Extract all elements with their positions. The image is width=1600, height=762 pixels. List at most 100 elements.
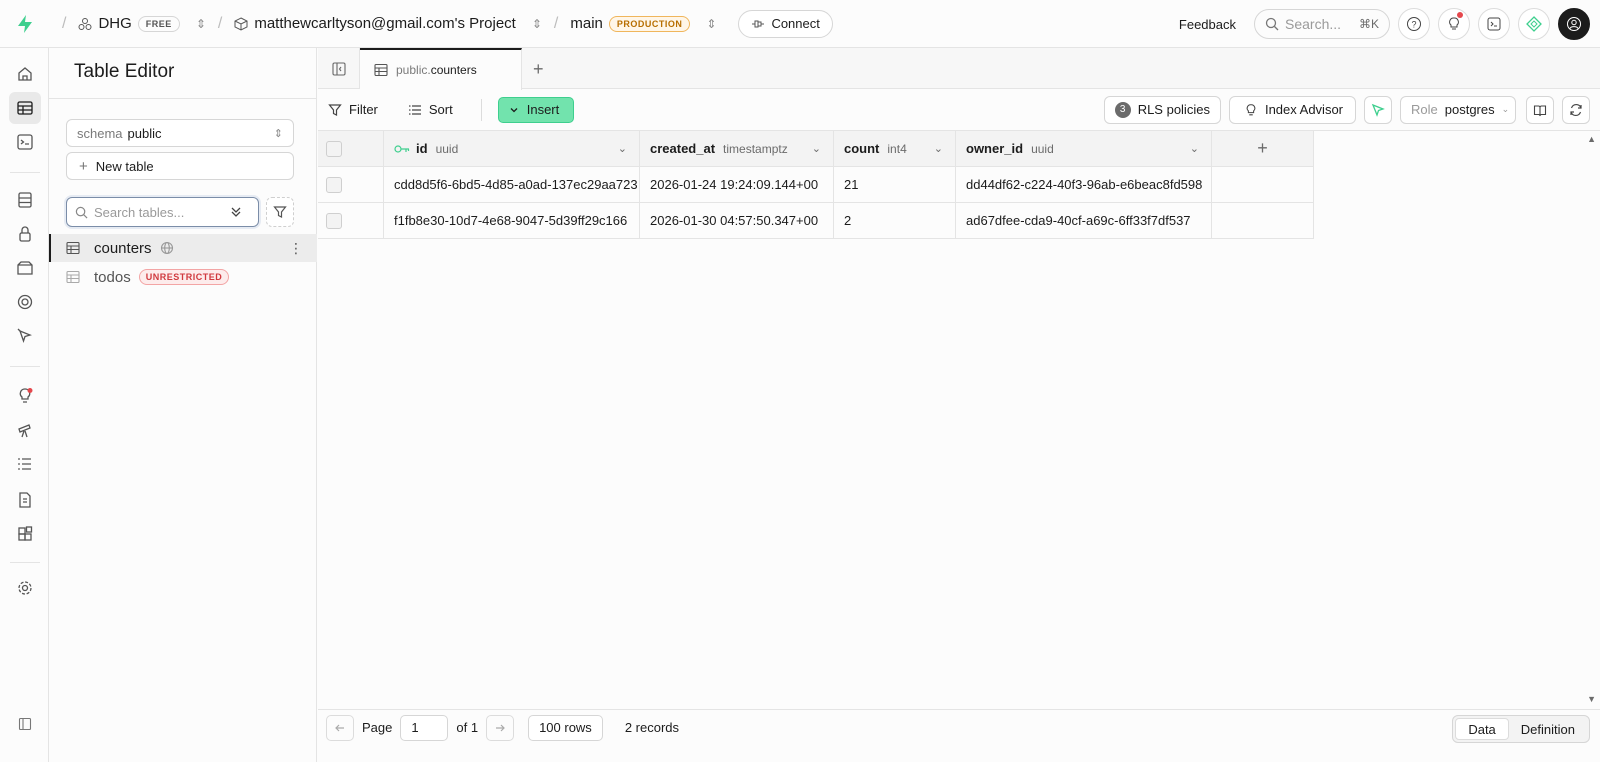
insert-button[interactable]: Insert xyxy=(497,96,575,123)
cell-id[interactable]: cdd8d5f6-6bd5-4d85-a0ad-137ec29aa723 xyxy=(384,167,640,203)
cell-id[interactable]: f1fb8e30-10d7-4e68-9047-5d39ff29c166 xyxy=(384,203,640,239)
cell-owner-id[interactable]: ad67dfee-cda9-40cf-a69c-6ff33f7df537 xyxy=(956,203,1212,239)
search-icon xyxy=(75,206,88,218)
row-checkbox[interactable] xyxy=(326,176,342,193)
toggle-sidebar-button[interactable] xyxy=(318,48,360,89)
index-advisor-button[interactable]: Index Advisor xyxy=(1228,95,1356,124)
globe-icon xyxy=(160,241,173,255)
home-icon[interactable] xyxy=(9,58,41,90)
user-avatar[interactable] xyxy=(1558,8,1590,40)
sql-terminal-button[interactable] xyxy=(1478,8,1510,40)
column-type: timestamptz xyxy=(723,141,788,156)
settings-gear-icon[interactable] xyxy=(9,572,41,604)
cell-created-at[interactable]: 2026-01-24 19:24:09.144+00 xyxy=(640,167,834,203)
cell-count[interactable]: 21 xyxy=(834,167,956,203)
tab-schema: public. xyxy=(396,63,431,77)
breadcrumb-separator: / xyxy=(217,14,223,32)
filter-button[interactable]: Filter xyxy=(328,102,378,117)
table-row[interactable]: cdd8d5f6-6bd5-4d85-a0ad-137ec29aa723 202… xyxy=(318,167,1314,203)
new-table-button[interactable]: + New table xyxy=(66,152,294,180)
tab-public-counters[interactable]: public.counters xyxy=(360,48,522,90)
table-name: todos xyxy=(94,268,131,286)
branch-name: main xyxy=(570,15,603,32)
previous-page-button[interactable] xyxy=(326,714,354,741)
box-icon xyxy=(234,16,248,31)
select-all-checkbox[interactable] xyxy=(326,140,342,157)
row-select-cell[interactable] xyxy=(318,203,384,239)
grid-toolbar: Filter Sort Insert 3 RLS policies Index … xyxy=(318,89,1600,131)
authentication-icon[interactable] xyxy=(9,218,41,250)
chevron-down-icon[interactable]: ⌄ xyxy=(1190,142,1199,155)
search-tables-input[interactable] xyxy=(94,204,224,220)
logs-icon[interactable] xyxy=(9,448,41,480)
schema-label: schema xyxy=(77,125,123,141)
branch-selector[interactable]: main PRODUCTION ⇕ xyxy=(570,15,716,32)
role-label: Role xyxy=(1411,102,1438,117)
refresh-button[interactable] xyxy=(1562,95,1590,124)
cell-created-at[interactable]: 2026-01-30 04:57:50.347+00 xyxy=(640,203,834,239)
sidebar-title: Table Editor xyxy=(74,61,175,82)
definition-view-button[interactable]: Definition xyxy=(1509,718,1587,740)
search-tables-field[interactable] xyxy=(66,197,259,227)
sort-button[interactable]: Sort xyxy=(408,102,453,117)
filter-tables-button[interactable] xyxy=(266,197,294,227)
more-options-icon[interactable]: ⋮ xyxy=(289,240,303,257)
connect-button[interactable]: Connect xyxy=(738,9,833,38)
chevron-down-icon[interactable]: ⌄ xyxy=(618,142,627,155)
help-button[interactable]: ? xyxy=(1398,8,1430,40)
page-count-label: of 1 xyxy=(456,720,479,735)
cell-count[interactable]: 2 xyxy=(834,203,956,239)
column-header-owner-id[interactable]: owner_id uuid ⌄ xyxy=(956,131,1212,167)
data-view-button[interactable]: Data xyxy=(1455,718,1509,740)
add-column-plus-icon[interactable]: + xyxy=(1212,131,1314,167)
page-number-input[interactable] xyxy=(400,714,449,741)
realtime-toggle-button[interactable] xyxy=(1364,95,1392,124)
row-select-cell[interactable] xyxy=(318,167,384,203)
table-list-item-todos[interactable]: todos UNRESTRICTED xyxy=(49,263,317,291)
next-page-button[interactable] xyxy=(486,714,515,741)
rls-policies-button[interactable]: 3 RLS policies xyxy=(1103,95,1221,124)
scroll-up-icon[interactable]: ▲ xyxy=(1587,134,1596,144)
rows-per-page-button[interactable]: 100 rows xyxy=(528,714,603,741)
sql-editor-icon[interactable] xyxy=(9,126,41,158)
rls-label: RLS policies xyxy=(1137,102,1210,117)
advisors-icon[interactable] xyxy=(9,380,41,412)
column-name: id xyxy=(416,141,428,156)
project-selector[interactable]: matthewcarltyson@gmail.com's Project ⇕ xyxy=(234,15,542,32)
table-list-item-counters[interactable]: counters ⋮ xyxy=(49,234,317,262)
schema-selector[interactable]: schema public ⇕ xyxy=(66,119,294,147)
table-row[interactable]: f1fb8e30-10d7-4e68-9047-5d39ff29c166 202… xyxy=(318,203,1314,239)
integrations-icon[interactable] xyxy=(9,518,41,550)
scroll-down-icon[interactable]: ▼ xyxy=(1587,694,1596,704)
column-header-created-at[interactable]: created_at timestamptz ⌄ xyxy=(640,131,834,167)
assistant-diamond-icon xyxy=(1526,16,1542,32)
column-header-id[interactable]: id uuid ⌄ xyxy=(384,131,640,167)
add-tab-plus-icon[interactable]: + xyxy=(533,59,544,80)
cell-owner-id[interactable]: dd44df62-c224-40f3-96ab-e6beac8fd598 xyxy=(956,167,1212,203)
database-icon[interactable] xyxy=(9,184,41,216)
api-docs-icon[interactable] xyxy=(9,484,41,516)
storage-icon[interactable] xyxy=(9,252,41,284)
global-search[interactable]: Search... ⌘K xyxy=(1254,9,1390,39)
select-all-cell[interactable] xyxy=(318,131,384,167)
edge-functions-icon[interactable] xyxy=(9,286,41,318)
advisor-button[interactable] xyxy=(1438,8,1470,40)
api-docs-button[interactable] xyxy=(1526,95,1554,124)
realtime-icon[interactable] xyxy=(9,320,41,352)
observability-icon[interactable] xyxy=(9,414,41,446)
row-checkbox[interactable] xyxy=(326,212,342,229)
sort-icon xyxy=(408,104,421,115)
supabase-logo-icon[interactable] xyxy=(0,14,50,34)
collapse-sidebar-icon[interactable] xyxy=(9,708,41,740)
column-header-count[interactable]: count int4 ⌄ xyxy=(834,131,956,167)
role-selector[interactable]: Role postgres ⌄ xyxy=(1400,95,1516,124)
top-bar: / DHG FREE ⇕ / matthewcarltyson@gmail.co… xyxy=(0,0,1600,48)
chevron-down-icon[interactable]: ⌄ xyxy=(934,142,943,155)
chevrons-down-icon[interactable] xyxy=(230,206,242,218)
feedback-button[interactable]: Feedback xyxy=(1179,17,1236,32)
table-editor-icon[interactable] xyxy=(9,92,41,124)
chevron-down-icon[interactable]: ⌄ xyxy=(812,142,821,155)
org-selector[interactable]: DHG FREE ⇕ xyxy=(78,15,206,32)
chevron-up-down-icon: ⇕ xyxy=(273,127,283,140)
assistant-button[interactable] xyxy=(1518,8,1550,40)
